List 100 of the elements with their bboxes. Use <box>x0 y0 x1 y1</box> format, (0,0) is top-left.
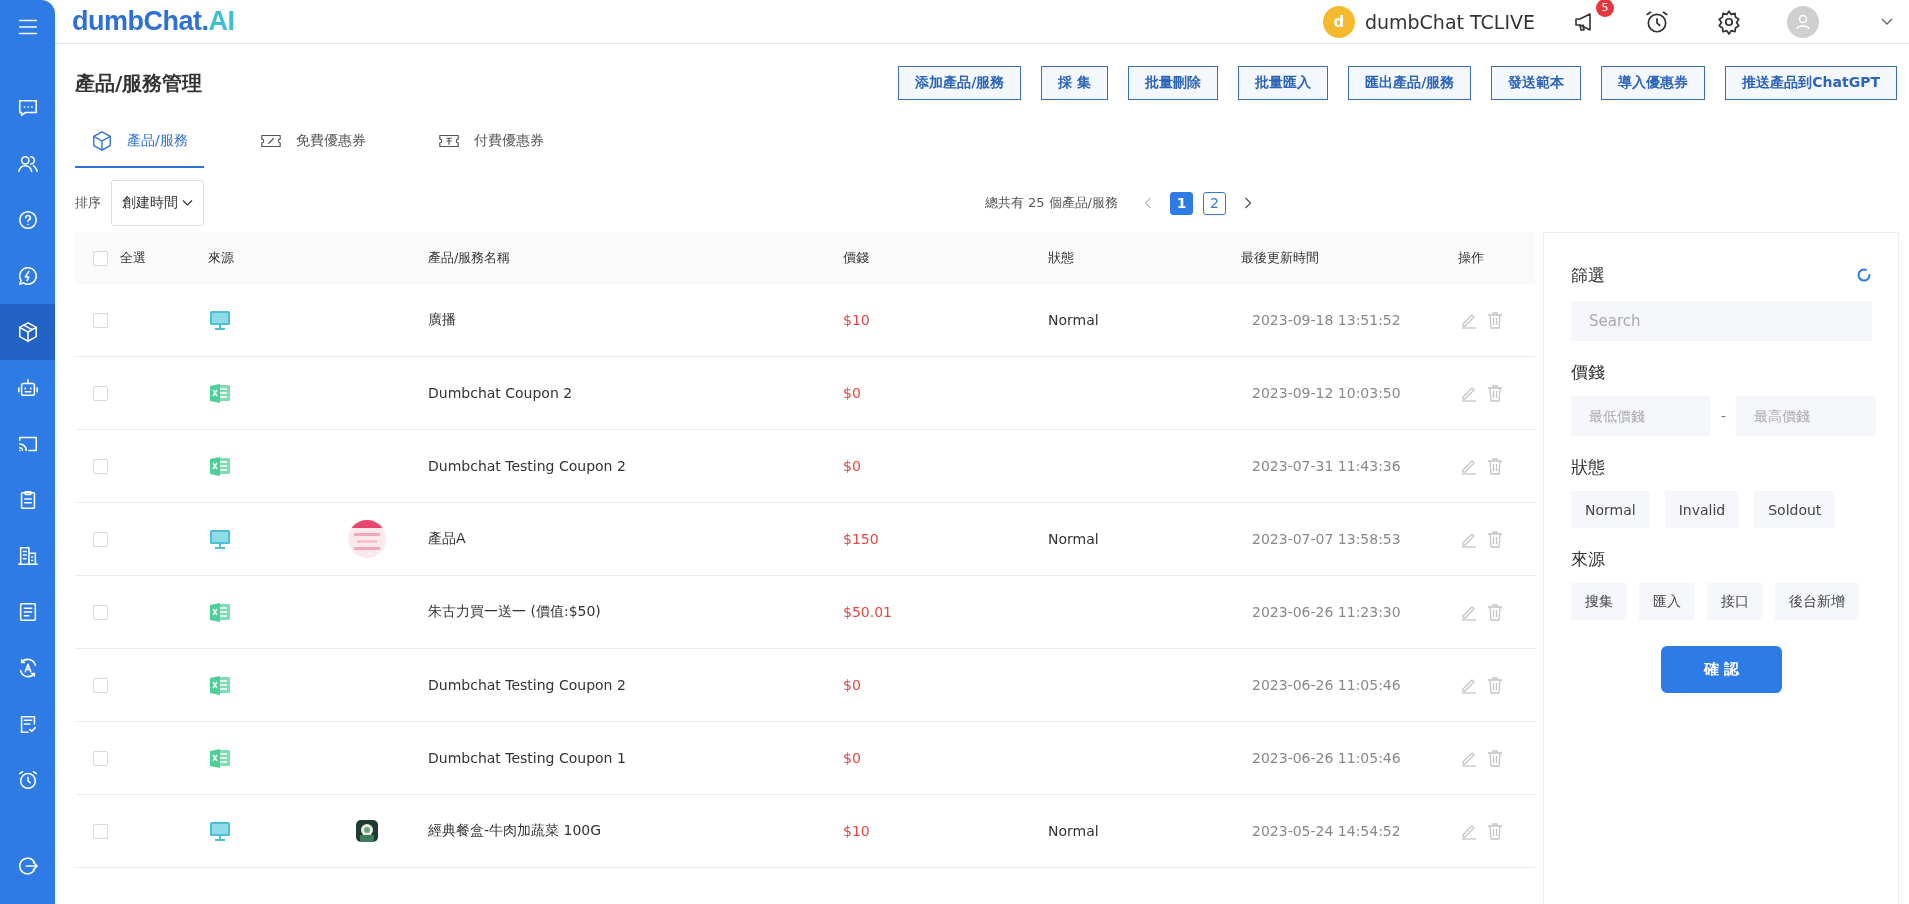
column-header: 狀態 <box>1048 249 1074 267</box>
action-button[interactable]: 匯出產品/服務 <box>1348 66 1472 100</box>
chevron-left-icon <box>1144 197 1152 209</box>
action-button[interactable]: 發送範本 <box>1491 66 1582 100</box>
price: $0 <box>843 385 861 401</box>
spreadsheet-icon <box>208 674 232 696</box>
pagination-summary: 總共有 25 個產品/服務 <box>984 194 1118 212</box>
settings-button[interactable] <box>1715 7 1743 36</box>
product-name: 朱古力買一送一 (價值:$50) <box>428 603 601 621</box>
search-field[interactable]: Search <box>1571 301 1872 341</box>
sidebar-item[interactable] <box>0 304 55 360</box>
price: $10 <box>843 823 870 839</box>
checkbox[interactable] <box>93 677 108 693</box>
product-name: 經典餐盒-牛肉加蔬菜 100G <box>428 822 602 840</box>
updated-time: 2023-09-18 13:51:52 <box>1252 312 1401 328</box>
filter-title: 篩選 <box>1571 263 1605 287</box>
updated-time: 2023-06-26 11:05:46 <box>1252 750 1401 766</box>
alarm-icon <box>16 769 39 791</box>
status-option[interactable]: Invalid <box>1664 491 1740 528</box>
checkbox[interactable] <box>93 531 108 547</box>
checkbox[interactable] <box>93 312 108 328</box>
delete-icon[interactable] <box>1486 457 1504 475</box>
chat-icon <box>16 97 39 119</box>
account-name: dumbChat TCLIVE <box>1364 10 1535 33</box>
notification-badge: 5 <box>1596 0 1614 17</box>
page-title: 產品/服務管理 <box>75 69 203 97</box>
product-name: 產品A <box>428 530 466 548</box>
action-button[interactable]: 導入優惠券 <box>1601 66 1706 100</box>
logo[interactable]: dumbChat.AI <box>72 6 235 37</box>
delete-icon[interactable] <box>1486 676 1504 694</box>
column-header: 操作 <box>1458 249 1484 267</box>
range-separator: - <box>1721 408 1727 424</box>
column-header: 全選 <box>120 249 146 267</box>
delete-icon[interactable] <box>1486 311 1504 329</box>
delete-icon[interactable] <box>1486 749 1504 767</box>
tab[interactable]: 產品/服務 <box>75 116 204 168</box>
source-option[interactable]: 接口 <box>1707 583 1763 620</box>
settings-icon <box>1716 8 1742 35</box>
checkbox[interactable] <box>93 750 108 766</box>
user-avatar-icon[interactable] <box>1787 5 1819 38</box>
checkbox[interactable] <box>93 458 108 474</box>
tab-label: 付費優惠券 <box>473 132 544 150</box>
monitor-icon <box>208 528 232 550</box>
caret-icon[interactable] <box>1881 17 1893 26</box>
source-option[interactable]: 匯入 <box>1639 583 1695 620</box>
confirm-button[interactable]: 確 認 <box>1661 646 1782 693</box>
sort-dropdown[interactable]: 創建時間 <box>111 180 204 226</box>
alarm-icon <box>1644 8 1670 35</box>
source-option[interactable]: 後台新增 <box>1775 583 1859 620</box>
delete-icon[interactable] <box>1486 822 1504 840</box>
price: $0 <box>843 677 861 693</box>
monitor-icon <box>208 820 232 842</box>
updated-time: 2023-06-26 11:23:30 <box>1252 604 1401 620</box>
bolt-chat-icon <box>16 265 39 287</box>
spreadsheet-icon <box>208 455 232 477</box>
checkbox[interactable] <box>93 250 108 266</box>
delete-icon[interactable] <box>1486 603 1504 621</box>
box-icon <box>16 321 39 343</box>
max-price-field[interactable]: 最高價錢 <box>1736 396 1877 436</box>
action-button[interactable]: 推送產品到ChatGPT <box>1725 66 1897 100</box>
users-icon <box>16 153 39 175</box>
checkbox[interactable] <box>93 604 108 620</box>
page-button[interactable]: 2 <box>1203 191 1226 215</box>
price: $150 <box>843 531 879 547</box>
column-header: 來源 <box>208 249 234 267</box>
delete-icon[interactable] <box>1486 530 1504 548</box>
action-button[interactable]: 批量刪除 <box>1128 66 1219 100</box>
source-option[interactable]: 搜集 <box>1571 583 1627 620</box>
account-avatar: d <box>1322 5 1355 38</box>
page-button[interactable]: 1 <box>1170 191 1193 215</box>
tab[interactable]: 免費優惠券 <box>243 116 382 168</box>
chevron-down-icon <box>182 199 193 207</box>
min-price-field[interactable]: 最低價錢 <box>1571 396 1711 436</box>
tab-label: 免費優惠券 <box>295 132 366 150</box>
tab[interactable]: 付費優惠券 <box>421 116 560 168</box>
status-option[interactable]: Normal <box>1571 491 1650 528</box>
action-button[interactable]: 批量匯入 <box>1238 66 1329 100</box>
updated-time: 2023-07-31 11:43:36 <box>1252 458 1401 474</box>
status: Normal <box>1048 531 1099 547</box>
delete-icon[interactable] <box>1486 384 1504 402</box>
building-icon <box>16 545 39 567</box>
status: Normal <box>1048 823 1099 839</box>
tab-label: 產品/服務 <box>127 132 188 150</box>
updated-time: 2023-05-24 14:54:52 <box>1252 823 1401 839</box>
status-option[interactable]: Soldout <box>1754 491 1836 528</box>
action-button[interactable]: 添加產品/服務 <box>898 66 1022 100</box>
chevron-right-icon <box>1244 197 1252 209</box>
price: $0 <box>843 750 861 766</box>
sort-label: 排序 <box>75 194 101 212</box>
spreadsheet-icon <box>208 601 232 623</box>
help-icon <box>16 209 39 231</box>
checkbox[interactable] <box>93 823 108 839</box>
logout-icon <box>16 855 39 877</box>
updated-time: 2023-09-12 10:03:50 <box>1252 385 1401 401</box>
action-button[interactable]: 採 集 <box>1041 66 1109 100</box>
updated-time: 2023-06-26 11:05:46 <box>1252 677 1401 693</box>
column-header: 最後更新時間 <box>1241 249 1319 267</box>
product-name: Dumbchat Testing Coupon 1 <box>428 750 626 766</box>
refresh-icon[interactable] <box>1856 267 1872 283</box>
checkbox[interactable] <box>93 385 108 401</box>
